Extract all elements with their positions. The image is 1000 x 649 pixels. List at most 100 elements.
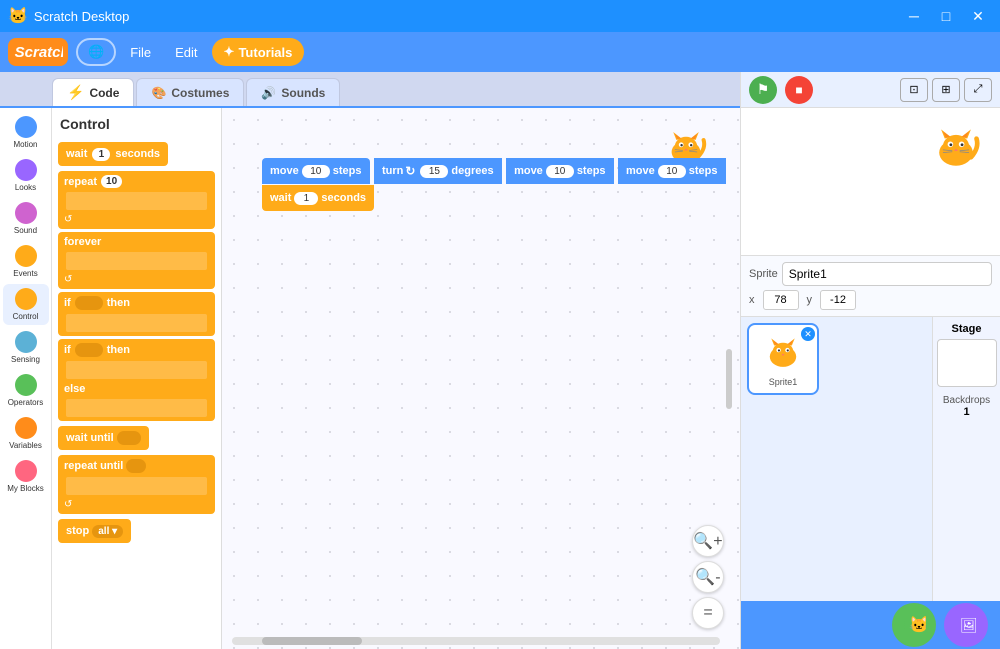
block-wait[interactable]: wait 1 seconds <box>58 140 215 168</box>
x-input[interactable] <box>763 290 799 310</box>
sprite-delete-button[interactable]: ✕ <box>801 327 815 341</box>
tab-costumes-label: Costumes <box>171 86 229 100</box>
block-move-2[interactable]: move steps <box>506 158 614 184</box>
sensing-label: Sensing <box>11 355 40 364</box>
y-input[interactable] <box>820 290 856 310</box>
blocks-header: Control <box>58 116 215 132</box>
zoom-out-icon: 🔍- <box>695 567 720 587</box>
minimize-button[interactable]: ─ <box>900 6 928 26</box>
block-repeat[interactable]: repeat 10 ↺ <box>58 171 215 229</box>
category-control[interactable]: Control <box>3 284 49 325</box>
code-icon: ⚡ <box>67 84 84 101</box>
file-menu[interactable]: File <box>120 38 161 66</box>
category-sensing[interactable]: Sensing <box>3 327 49 368</box>
file-label: File <box>130 45 151 60</box>
sounds-icon: 🔊 <box>261 86 276 100</box>
green-flag-icon: ⚑ <box>757 81 770 98</box>
category-motion[interactable]: Motion <box>3 112 49 153</box>
stage-top-bar: ⚑ ■ ⊡ ⊞ ⤢ <box>741 72 1000 108</box>
green-flag-button[interactable]: ⚑ <box>749 76 777 104</box>
add-backdrop-button[interactable]: 🖼 <box>944 603 988 647</box>
sprite-name-input[interactable] <box>782 262 992 286</box>
block-wait-until[interactable]: wait until <box>58 424 215 452</box>
stage-thumbnail[interactable] <box>937 339 997 387</box>
backdrops-label: Backdrops <box>943 395 990 406</box>
edit-menu[interactable]: Edit <box>165 38 207 66</box>
zoom-in-button[interactable]: 🔍+ <box>692 525 724 557</box>
maximize-button[interactable]: □ <box>932 6 960 26</box>
variables-label: Variables <box>9 441 42 450</box>
sprite1-label: Sprite1 <box>769 377 798 387</box>
category-myblocks[interactable]: My Blocks <box>3 456 49 497</box>
motion-dot <box>15 116 37 138</box>
svg-text:🐱: 🐱 <box>909 616 926 634</box>
block-forever[interactable]: forever ↺ <box>58 232 215 289</box>
sensing-dot <box>15 331 37 353</box>
category-operators[interactable]: Operators <box>3 370 49 411</box>
block-move-1[interactable]: move steps <box>262 158 370 184</box>
rotate-icon: ↻ <box>405 164 415 178</box>
code-area: move steps turn ↻ degrees <box>222 108 740 649</box>
sprite-coords: x y <box>749 290 992 310</box>
zoom-out-button[interactable]: 🔍- <box>692 561 724 593</box>
zoom-reset-button[interactable]: = <box>692 597 724 629</box>
block-move-3[interactable]: move steps <box>618 158 726 184</box>
backdrops-count: 1 <box>963 406 969 418</box>
add-backdrop-icon: 🖼 <box>954 613 978 637</box>
titlebar-controls: ─ □ ✕ <box>900 6 992 26</box>
category-events[interactable]: Events <box>3 241 49 282</box>
playback-controls: ⚑ ■ <box>749 76 813 104</box>
block-if-else[interactable]: if then else <box>58 339 215 421</box>
tutorials-label: Tutorials <box>238 45 292 60</box>
stage-side-panel: Stage Backdrops 1 <box>932 317 1000 601</box>
close-button[interactable]: ✕ <box>964 6 992 26</box>
tab-sounds[interactable]: 🔊 Sounds <box>246 78 340 106</box>
x-label: x <box>749 294 755 306</box>
block-if[interactable]: if then <box>58 292 215 336</box>
looks-dot <box>15 159 37 181</box>
category-variables[interactable]: Variables <box>3 413 49 454</box>
y-label: y <box>807 294 813 306</box>
tab-code-label: Code <box>89 86 119 100</box>
block-wait-ws[interactable]: wait seconds <box>262 185 374 211</box>
small-view-button[interactable]: ⊡ <box>900 78 928 102</box>
menubar: Scratch 🌐 File Edit ✦ Tutorials <box>0 32 1000 72</box>
myblocks-dot <box>15 460 37 482</box>
scrollbar[interactable] <box>726 349 732 409</box>
looks-label: Looks <box>15 183 36 192</box>
sprites-list: ✕ <box>741 317 932 601</box>
add-sprite-button[interactable]: 🐱 <box>892 603 936 647</box>
tutorials-icon: ✦ <box>224 44 235 60</box>
add-sprite-icon: 🐱 <box>902 613 926 637</box>
tab-code[interactable]: ⚡ Code <box>52 78 134 106</box>
block-repeat-until[interactable]: repeat until ↺ <box>58 455 215 514</box>
edit-label: Edit <box>175 45 197 60</box>
block-stop[interactable]: stop all ▾ <box>58 517 215 545</box>
large-view-button[interactable]: ⊞ <box>932 78 960 102</box>
events-label: Events <box>13 269 37 278</box>
zoom-controls: 🔍+ 🔍- = <box>692 525 724 629</box>
stage-canvas <box>741 108 1000 256</box>
sprite-thumb-sprite1[interactable]: ✕ <box>747 323 819 395</box>
titlebar: 🐱 Scratch Desktop ─ □ ✕ <box>0 0 1000 32</box>
stop-button[interactable]: ■ <box>785 76 813 104</box>
main-content: Motion Looks Sound Events <box>0 108 740 649</box>
sprite-info: Sprite x y <box>741 256 1000 317</box>
block-turn[interactable]: turn ↻ degrees <box>374 158 502 184</box>
category-looks[interactable]: Looks <box>3 155 49 196</box>
sprites-stage-area: ✕ <box>741 317 1000 601</box>
tutorials-button[interactable]: ✦ Tutorials <box>212 38 305 66</box>
control-dot <box>15 288 37 310</box>
svg-text:Scratch: Scratch <box>15 44 63 61</box>
app-wrapper: 🐱 Scratch Desktop ─ □ ✕ Scratch 🌐 File E… <box>0 0 1000 649</box>
stage-sprite <box>928 120 984 181</box>
zoom-reset-icon: = <box>703 604 712 622</box>
tab-sounds-label: Sounds <box>281 86 325 100</box>
category-sound[interactable]: Sound <box>3 198 49 239</box>
h-scrollbar[interactable] <box>232 637 720 645</box>
fullscreen-button[interactable]: ⤢ <box>964 78 992 102</box>
variables-dot <box>15 417 37 439</box>
events-dot <box>15 245 37 267</box>
globe-button[interactable]: 🌐 <box>76 38 116 66</box>
tab-costumes[interactable]: 🎨 Costumes <box>136 78 244 106</box>
